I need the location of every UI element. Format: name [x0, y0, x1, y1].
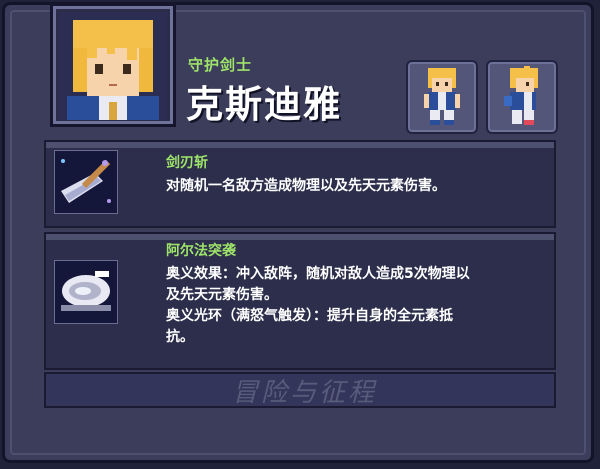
skill-1-name: 剑刃斩: [166, 155, 208, 171]
sprite-front-card[interactable]: [406, 60, 478, 134]
whirlwind-icon: [54, 260, 118, 324]
skill-panel-2[interactable]: 阿尔法突袭 奥义效果：冲入敌阵，随机对敌人造成5次物理以 及先天元素伤害。 奥义…: [44, 232, 556, 370]
character-class: 守护剑士: [188, 56, 253, 74]
panel-header-bar: [46, 234, 554, 240]
skill-2-line-4: 抗。: [166, 329, 194, 345]
skill-panel-1[interactable]: 剑刃斩 对随机一名敌方造成物理以及先天元素伤害。: [44, 140, 556, 228]
skill-2-line-3: 奥义光环（满怒气触发）：提升自身的全元素抵: [166, 308, 453, 324]
sprite-side-image: [504, 66, 538, 125]
portrait-image: [59, 12, 167, 120]
sprite-front-image: [424, 68, 460, 125]
skill-1-line-1: 对随机一名敌方造成物理以及先天元素伤害。: [166, 178, 446, 194]
skill-2-line-2: 及先天元素伤害。: [166, 287, 278, 303]
game-logo: 冒险与征程: [232, 378, 378, 408]
blade-slash-icon: [54, 150, 118, 214]
sprite-side-card[interactable]: [486, 60, 558, 134]
skill-2-description: 奥义效果：冲入敌阵，随机对敌人造成5次物理以 及先天元素伤害。 奥义光环（满怒气…: [166, 264, 556, 348]
character-portrait: [50, 3, 176, 127]
skill-2-name: 阿尔法突袭: [166, 243, 236, 259]
skill-2-line-1: 奥义效果：冲入敌阵，随机对敌人造成5次物理以: [166, 266, 470, 282]
panel-header-bar: [46, 142, 554, 148]
character-name: 克斯迪雅: [186, 83, 342, 126]
skill-1-description: 对随机一名敌方造成物理以及先天元素伤害。: [166, 176, 556, 197]
